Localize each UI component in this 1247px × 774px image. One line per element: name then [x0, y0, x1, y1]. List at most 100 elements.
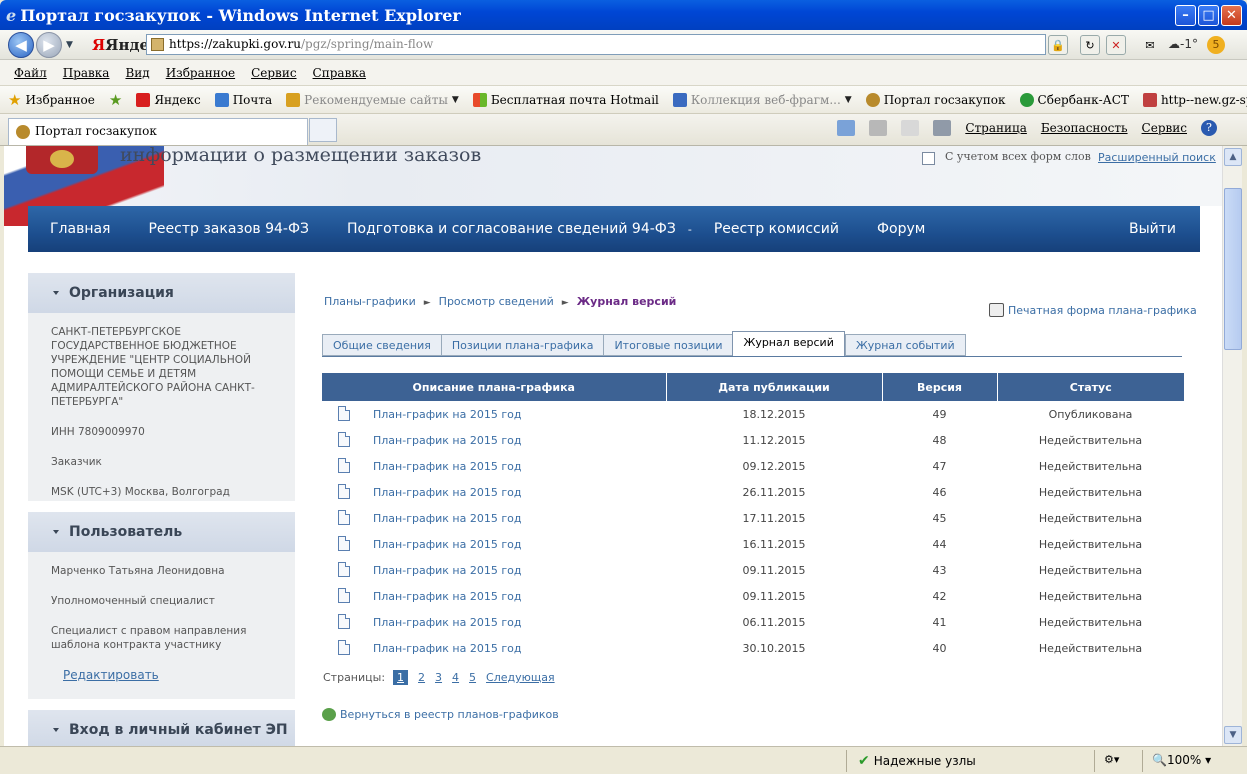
vertical-scrollbar[interactable]: ▲ ▼: [1222, 146, 1242, 746]
plan-link[interactable]: План-график на 2015 год: [373, 512, 521, 525]
close-window-button[interactable]: ✕: [1221, 5, 1242, 26]
plan-link[interactable]: План-график на 2015 год: [373, 564, 521, 577]
add-favorite-icon[interactable]: ★: [109, 91, 122, 109]
plan-link[interactable]: План-график на 2015 год: [373, 616, 521, 629]
row-date: 09.11.2015: [742, 563, 806, 577]
page-link[interactable]: 2: [418, 671, 425, 684]
nav-commissions[interactable]: Реестр комиссий: [714, 221, 839, 237]
menu-file[interactable]: Файл: [14, 66, 47, 80]
help-icon[interactable]: ?: [1201, 120, 1217, 136]
plan-link[interactable]: План-график на 2015 год: [373, 538, 521, 551]
row-date: 18.12.2015: [742, 407, 806, 421]
fav-item-zakupki[interactable]: Портал госзакупок: [865, 92, 1006, 107]
nav-orders-registry[interactable]: Реестр заказов 94-ФЗ: [148, 221, 309, 237]
menu-favorites[interactable]: Избранное: [166, 66, 235, 80]
back-button[interactable]: ◀: [8, 32, 34, 58]
menu-tools[interactable]: Сервис: [251, 66, 296, 80]
plan-link[interactable]: План-график на 2015 год: [373, 408, 521, 421]
forward-button[interactable]: ▶: [36, 32, 62, 58]
cabinet-panel-header[interactable]: Вход в личный кабинет ЭП: [28, 710, 295, 746]
row-status: Недействительна: [1038, 433, 1143, 447]
user-name: Марченко Татьяна Леонидовна: [51, 565, 225, 577]
scroll-up-icon[interactable]: ▲: [1224, 148, 1242, 166]
org-panel-header[interactable]: Организация: [28, 273, 295, 313]
favorites-button[interactable]: ★ Избранное: [8, 91, 95, 109]
back-to-registry-link[interactable]: Вернуться в реестр планов-графиков: [322, 708, 559, 721]
new-tab-button[interactable]: [309, 118, 337, 142]
row-version: 45: [932, 511, 947, 525]
print-icon[interactable]: [933, 120, 952, 136]
security-zone[interactable]: ✔ Надежные узлы: [858, 753, 976, 769]
nav-preparation[interactable]: Подготовка и согласование сведений 94-ФЗ: [347, 221, 676, 237]
mail-icon[interactable]: ✉: [1140, 35, 1160, 55]
address-input[interactable]: https://zakupki.gov.ru/pgz/spring/main-f…: [146, 34, 1046, 55]
edit-user-link[interactable]: Редактировать: [63, 668, 283, 682]
weather-widget[interactable]: ☁-1°: [1168, 37, 1198, 51]
fav-item-hotmail[interactable]: Бесплатная почта Hotmail: [472, 92, 659, 107]
fav-item-label: Почта: [232, 92, 273, 107]
breadcrumb-plans[interactable]: Планы-графики: [324, 295, 416, 308]
user-panel-header[interactable]: Пользователь: [28, 512, 295, 552]
minimize-button[interactable]: –: [1175, 5, 1196, 26]
tab-event-log[interactable]: Журнал событий: [844, 334, 966, 356]
nav-home[interactable]: Главная: [50, 221, 110, 237]
nav-forum[interactable]: Форум: [877, 221, 925, 237]
page-menu[interactable]: Страница: [965, 121, 1027, 135]
bing-icon: [286, 92, 301, 107]
user-rights: Специалист с правом направления шаблона …: [51, 625, 247, 651]
fav-item-web-slices[interactable]: Коллекция веб-фрагм... ▼: [672, 92, 852, 107]
refresh-icon[interactable]: ↻: [1080, 35, 1100, 55]
fav-item-yandex[interactable]: Яндекс: [136, 92, 201, 107]
plan-link[interactable]: План-график на 2015 год: [373, 434, 521, 447]
url-host: https://zakupki.gov.ru: [169, 37, 301, 51]
stop-icon[interactable]: ✕: [1106, 35, 1126, 55]
fav-item-mail[interactable]: Почта: [214, 92, 273, 107]
menu-view[interactable]: Вид: [125, 66, 149, 80]
tab-version-log[interactable]: Журнал версий: [732, 331, 845, 356]
row-version: 42: [932, 589, 947, 603]
home-icon[interactable]: [837, 120, 856, 136]
tab-general[interactable]: Общие сведения: [322, 334, 441, 356]
plan-link[interactable]: План-график на 2015 год: [373, 460, 521, 473]
lock-icon[interactable]: 🔒: [1048, 35, 1068, 55]
versions-table: Описание плана-графика Дата публикации В…: [322, 373, 1184, 661]
fav-item-sberbank[interactable]: Сбербанк-АСТ: [1019, 92, 1129, 107]
notification-badge-icon[interactable]: 5: [1207, 36, 1225, 54]
fav-item-gz-spb[interactable]: http--new.gz-spb.ru-: [1142, 92, 1247, 107]
browser-tab[interactable]: Портал госзакупок: [8, 118, 308, 145]
next-page-link[interactable]: Следующая: [486, 671, 555, 684]
zoom-control[interactable]: 🔍100% ▾: [1152, 753, 1211, 767]
rss-feed-icon[interactable]: [869, 120, 888, 136]
scroll-thumb[interactable]: [1224, 188, 1242, 350]
protected-mode-icon[interactable]: ⚙▾: [1104, 753, 1119, 766]
logout-link[interactable]: Выйти: [1129, 221, 1176, 237]
page-link[interactable]: 3: [435, 671, 442, 684]
content-tabs: Общие сведения Позиции плана-графика Ито…: [322, 331, 966, 356]
menu-edit[interactable]: Правка: [63, 66, 110, 80]
history-dropdown-icon[interactable]: ▼: [66, 40, 73, 50]
plan-link[interactable]: План-график на 2015 год: [373, 642, 521, 655]
checkmark-icon: ✔: [858, 753, 870, 769]
breadcrumb-view[interactable]: Просмотр сведений: [439, 295, 554, 308]
tab-positions[interactable]: Позиции плана-графика: [440, 334, 604, 356]
page-link[interactable]: 5: [469, 671, 476, 684]
advanced-search-link[interactable]: Расширенный поиск: [1098, 151, 1216, 164]
menu-help[interactable]: Справка: [313, 66, 366, 80]
scroll-down-icon[interactable]: ▼: [1224, 726, 1242, 744]
print-form-link[interactable]: Печатная форма плана-графика: [989, 303, 1197, 317]
security-menu[interactable]: Безопасность: [1041, 121, 1128, 135]
document-icon: [338, 458, 350, 473]
maximize-button[interactable]: □: [1198, 5, 1219, 26]
plan-link[interactable]: План-график на 2015 год: [373, 486, 521, 499]
document-icon: [338, 614, 350, 629]
tools-menu[interactable]: Сервис: [1142, 121, 1187, 135]
table-row: План-график на 2015 год 09.11.2015 42 Недей…: [322, 583, 1184, 609]
word-forms-checkbox[interactable]: [922, 152, 935, 165]
read-mail-icon[interactable]: [901, 120, 920, 136]
fav-item-suggested-sites[interactable]: Рекомендуемые сайты ▼: [286, 92, 459, 107]
plan-link[interactable]: План-график на 2015 год: [373, 590, 521, 603]
nav-dropdown-icon[interactable]: -: [688, 223, 692, 236]
page-link[interactable]: 4: [452, 671, 459, 684]
page-link[interactable]: 1: [393, 670, 409, 685]
tab-totals[interactable]: Итоговые позиции: [603, 334, 733, 356]
